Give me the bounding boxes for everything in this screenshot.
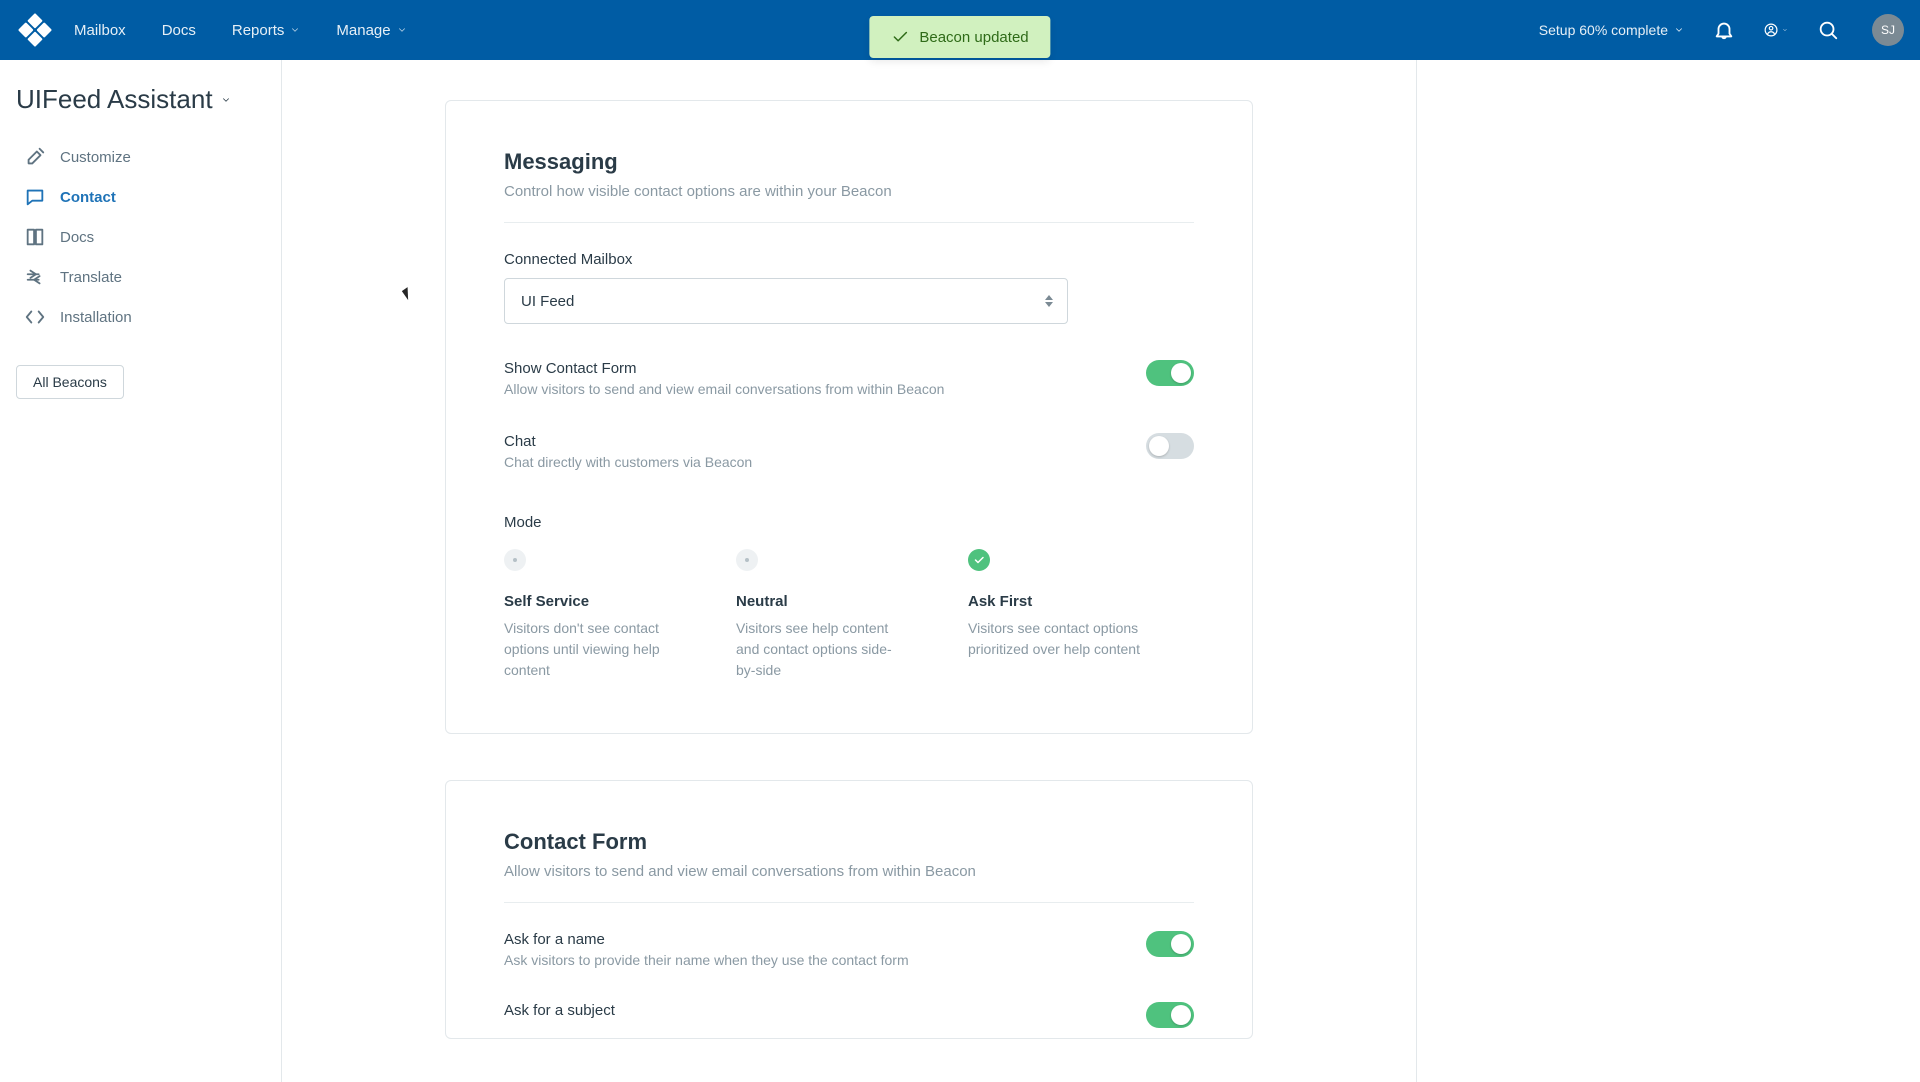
divider xyxy=(504,222,1194,223)
check-icon xyxy=(891,28,909,46)
sidebar-item-installation[interactable]: Installation xyxy=(16,297,265,337)
all-beacons-button[interactable]: All Beacons xyxy=(16,365,124,399)
translate-icon xyxy=(24,266,46,288)
sidebar-item-customize[interactable]: Customize xyxy=(16,137,265,177)
contact-form-sub: Allow visitors to send and view email co… xyxy=(504,863,1194,880)
brush-icon xyxy=(24,146,46,168)
sidebar-item-label: Installation xyxy=(60,309,132,326)
search-icon xyxy=(1817,19,1839,41)
show-contact-toggle[interactable] xyxy=(1146,360,1194,386)
chevron-down-icon xyxy=(1674,25,1684,35)
ask-subject-title: Ask for a subject xyxy=(504,1002,615,1019)
chevron-down-icon xyxy=(221,95,231,105)
mode-self-service[interactable]: Self Service Visitors don't see contact … xyxy=(504,549,678,681)
radio-off-icon xyxy=(736,549,758,571)
nav-reports[interactable]: Reports xyxy=(232,22,301,39)
beacon-title: UIFeed Assistant xyxy=(16,84,213,115)
messaging-sub: Control how visible contact options are … xyxy=(504,183,1194,200)
sidebar-item-docs[interactable]: Docs xyxy=(16,217,265,257)
sidebar-item-label: Customize xyxy=(60,149,131,166)
setup-progress-label: Setup 60% complete xyxy=(1539,22,1668,38)
mode-desc: Visitors see help content and contact op… xyxy=(736,618,910,681)
toast-beacon-updated: Beacon updated xyxy=(869,16,1050,58)
show-contact-desc: Allow visitors to send and view email co… xyxy=(504,381,944,397)
toast-message: Beacon updated xyxy=(919,29,1028,46)
chat-title: Chat xyxy=(504,433,752,450)
chat-icon xyxy=(24,186,46,208)
main-content: Messaging Control how visible contact op… xyxy=(282,60,1416,1082)
radio-on-icon xyxy=(968,549,990,571)
sidebar-item-label: Docs xyxy=(60,229,94,246)
sidebar-item-label: Translate xyxy=(60,269,122,286)
chevron-down-icon xyxy=(397,25,407,35)
chat-toggle[interactable] xyxy=(1146,433,1194,459)
avatar-initials: SJ xyxy=(1881,23,1895,37)
ask-subject-toggle[interactable] xyxy=(1146,1002,1194,1028)
messaging-card: Messaging Control how visible contact op… xyxy=(445,100,1253,734)
select-sort-icon xyxy=(1045,295,1053,307)
mode-desc: Visitors see contact options prioritized… xyxy=(968,618,1142,660)
contact-form-card: Contact Form Allow visitors to send and … xyxy=(445,780,1253,1039)
nav-label: Reports xyxy=(232,22,285,39)
nav-label: Manage xyxy=(336,22,390,39)
mode-title: Ask First xyxy=(968,593,1142,610)
notifications-button[interactable] xyxy=(1712,18,1736,42)
ask-name-title: Ask for a name xyxy=(504,931,909,948)
all-beacons-label: All Beacons xyxy=(33,374,107,390)
connected-mailbox-value: UI Feed xyxy=(521,293,574,310)
mode-desc: Visitors don't see contact options until… xyxy=(504,618,678,681)
radio-off-icon xyxy=(504,549,526,571)
sidebar-item-translate[interactable]: Translate xyxy=(16,257,265,297)
nav-label: Mailbox xyxy=(74,22,126,39)
mode-ask-first[interactable]: Ask First Visitors see contact options p… xyxy=(968,549,1142,681)
mode-label: Mode xyxy=(504,514,1194,531)
sidebar: UIFeed Assistant Customize Contact Docs … xyxy=(0,60,282,1082)
chat-desc: Chat directly with customers via Beacon xyxy=(504,454,752,470)
preview-pane xyxy=(1416,60,1920,1082)
ask-name-desc: Ask visitors to provide their name when … xyxy=(504,952,909,968)
nav-manage[interactable]: Manage xyxy=(336,22,406,39)
nav-label: Docs xyxy=(162,22,196,39)
people-menu[interactable] xyxy=(1764,18,1788,42)
setup-progress[interactable]: Setup 60% complete xyxy=(1539,22,1684,38)
bell-icon xyxy=(1713,19,1735,41)
mode-title: Neutral xyxy=(736,593,910,610)
mode-neutral[interactable]: Neutral Visitors see help content and co… xyxy=(736,549,910,681)
code-icon xyxy=(24,306,46,328)
book-icon xyxy=(24,226,46,248)
chevron-down-icon xyxy=(290,25,300,35)
divider xyxy=(504,902,1194,903)
show-contact-title: Show Contact Form xyxy=(504,360,944,377)
connected-mailbox-label: Connected Mailbox xyxy=(504,251,1194,268)
messaging-heading: Messaging xyxy=(504,149,1194,175)
beacon-switcher[interactable]: UIFeed Assistant xyxy=(16,84,265,115)
avatar[interactable]: SJ xyxy=(1872,14,1904,46)
ask-name-toggle[interactable] xyxy=(1146,931,1194,957)
sidebar-item-contact[interactable]: Contact xyxy=(16,177,265,217)
mode-title: Self Service xyxy=(504,593,678,610)
connected-mailbox-select[interactable]: UI Feed xyxy=(504,278,1068,324)
contact-form-heading: Contact Form xyxy=(504,829,1194,855)
sidebar-item-label: Contact xyxy=(60,189,116,206)
chevron-down-icon xyxy=(1782,25,1788,35)
nav-mailbox[interactable]: Mailbox xyxy=(74,22,126,39)
logo-icon[interactable] xyxy=(17,12,54,49)
person-circle-icon xyxy=(1764,18,1778,42)
search-button[interactable] xyxy=(1816,18,1840,42)
nav-docs[interactable]: Docs xyxy=(162,22,196,39)
